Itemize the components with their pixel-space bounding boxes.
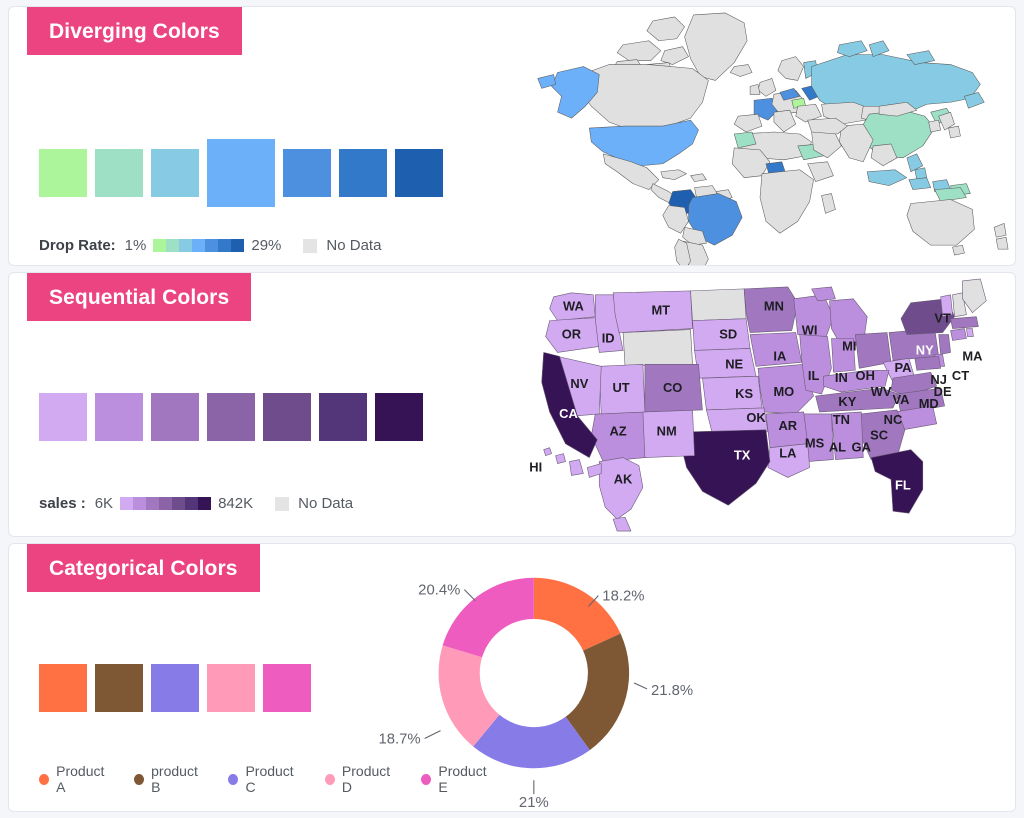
panel-diverging-colors: Diverging Colors Drop Rate: 1% 29% No Da… (8, 6, 1016, 266)
state-label-NY: NY (916, 342, 934, 357)
legend-min-diverging: 1% (124, 237, 147, 254)
state-label-NC: NC (884, 412, 903, 427)
swatch-diverging-0[interactable] (39, 149, 87, 197)
panel-diverging-left: Diverging Colors Drop Rate: 1% 29% No Da… (9, 7, 509, 265)
state-label-MO: MO (773, 384, 794, 399)
state-label-IA: IA (773, 348, 786, 363)
state-label-AL: AL (829, 440, 846, 455)
state-label-MT: MT (651, 303, 670, 318)
donut-label-product-e: 20.4% (418, 583, 460, 599)
state-label-TX: TX (734, 448, 751, 463)
state-label-OK: OK (746, 410, 766, 425)
swatch-diverging-4[interactable] (283, 149, 331, 197)
swatch-diverging-3[interactable] (207, 139, 275, 207)
no-data-swatch-icon (303, 238, 318, 253)
state-label-ID: ID (602, 330, 615, 345)
swatch-sequential-0[interactable] (39, 393, 87, 441)
legend-ramp-diverging (153, 239, 245, 252)
state-label-MN: MN (764, 299, 784, 314)
world-map-container[interactable] (509, 7, 1015, 265)
state-label-AK: AK (614, 471, 633, 486)
donut-label-product-c: 21% (519, 795, 549, 811)
swatch-row-sequential (39, 393, 423, 441)
state-label-KS: KS (735, 386, 753, 401)
donut-label-product-d: 18.7% (378, 732, 420, 748)
legend-label-drop-rate: Drop Rate: (39, 237, 116, 254)
donut-label-product-b: 21.8% (651, 683, 693, 699)
state-label-CO: CO (663, 380, 682, 395)
legend-ramp-sequential (120, 497, 212, 510)
state-label-SC: SC (870, 428, 888, 443)
state-label-NE: NE (725, 356, 743, 371)
state-label-WI: WI (802, 323, 818, 338)
state-label-MI: MI (842, 338, 856, 353)
panel-title-sequential: Sequential Colors (27, 273, 252, 321)
donut-slices[interactable] (438, 577, 630, 769)
legend-no-data-diverging: No Data (303, 237, 381, 254)
swatch-sequential-2[interactable] (151, 393, 199, 441)
state-label-MS: MS (805, 436, 825, 451)
state-label-GA: GA (852, 440, 871, 455)
state-label-KY: KY (838, 394, 856, 409)
state-label-VA: VA (892, 392, 909, 407)
state-label-SD: SD (719, 327, 737, 342)
us-map-container[interactable]: WA OR ID MT SD NE KS MN IA MO WI IL MI I… (509, 273, 1015, 536)
world-choropleth-map[interactable] (509, 7, 1015, 265)
donut-chart[interactable]: 18.2% 21.8% 21% 18.7% 20.4% (9, 544, 1015, 811)
swatch-diverging-5[interactable] (339, 149, 387, 197)
state-label-IL: IL (808, 368, 820, 383)
state-label-VT: VT (934, 311, 951, 326)
legend-diverging: Drop Rate: 1% 29% No Data (39, 237, 381, 254)
swatch-sequential-1[interactable] (95, 393, 143, 441)
donut-chart-container[interactable]: 18.2% 21.8% 21% 18.7% 20.4% (9, 544, 1015, 811)
state-label-HI: HI (529, 459, 542, 474)
swatch-diverging-6[interactable] (395, 149, 443, 197)
panel-sequential-colors: Sequential Colors sales : 6K 842K No Dat… (8, 272, 1016, 537)
panel-sequential-left: Sequential Colors sales : 6K 842K No Dat… (9, 273, 509, 536)
swatch-diverging-1[interactable] (95, 149, 143, 197)
swatch-sequential-5[interactable] (319, 393, 367, 441)
state-label-WV: WV (871, 384, 892, 399)
state-label-WA: WA (563, 299, 584, 314)
us-states-choropleth-map[interactable]: WA OR ID MT SD NE KS MN IA MO WI IL MI I… (509, 273, 1015, 536)
state-label-CA: CA (559, 406, 578, 421)
donut-label-product-a: 18.2% (602, 589, 644, 605)
legend-label-sales: sales : (39, 495, 86, 512)
swatch-diverging-2[interactable] (151, 149, 199, 197)
state-label-NM: NM (657, 424, 677, 439)
no-data-label-diverging: No Data (326, 237, 382, 254)
state-label-UT: UT (612, 380, 629, 395)
legend-max-diverging: 29% (251, 237, 282, 254)
legend-no-data-sequential: No Data (275, 495, 353, 512)
state-label-IN: IN (835, 370, 848, 385)
state-label-AZ: AZ (610, 424, 627, 439)
swatch-sequential-6[interactable] (375, 393, 423, 441)
state-label-LA: LA (779, 446, 796, 461)
state-label-CT: CT (952, 368, 969, 383)
legend-min-sequential: 6K (94, 495, 114, 512)
state-label-MD: MD (919, 396, 939, 411)
state-label-FL: FL (895, 477, 911, 492)
state-label-PA: PA (894, 360, 911, 375)
no-data-label-sequential: No Data (298, 495, 354, 512)
legend-max-sequential: 842K (218, 495, 254, 512)
swatch-row-diverging (39, 139, 443, 207)
legend-sequential: sales : 6K 842K No Data (39, 495, 353, 512)
state-label-NV: NV (570, 376, 588, 391)
state-label-MA: MA (962, 348, 982, 363)
swatch-sequential-4[interactable] (263, 393, 311, 441)
panel-categorical-colors: Categorical Colors Product A product B P… (8, 543, 1016, 812)
state-label-OH: OH (856, 368, 875, 383)
dashboard-page: Diverging Colors Drop Rate: 1% 29% No Da… (0, 0, 1024, 818)
state-label-AR: AR (778, 418, 797, 433)
no-data-swatch-icon (275, 496, 290, 511)
panel-title-diverging: Diverging Colors (27, 7, 242, 55)
state-label-OR: OR (562, 327, 582, 342)
swatch-sequential-3[interactable] (207, 393, 255, 441)
state-label-TN: TN (833, 412, 850, 427)
